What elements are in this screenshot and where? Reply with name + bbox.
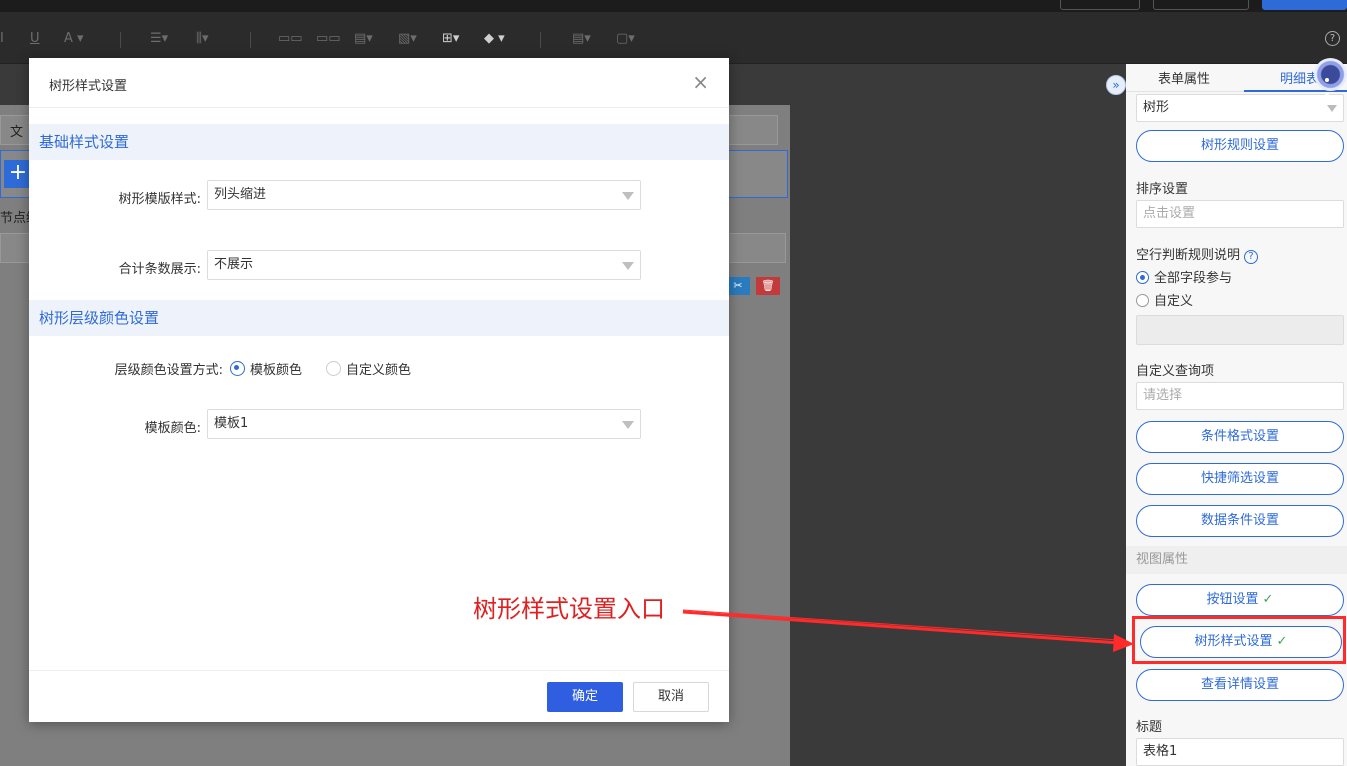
tab-form-properties[interactable]: 表单属性	[1158, 68, 1210, 87]
top-button-2[interactable]	[1153, 0, 1249, 10]
split-cells-icon[interactable]: ▭▭	[316, 32, 341, 46]
align-vertical-icon[interactable]: ⫼▾	[196, 32, 209, 46]
radio-unchecked-icon	[326, 361, 341, 376]
quick-filter-button[interactable]: 快捷筛选设置	[1136, 463, 1344, 495]
chevron-down-icon	[622, 421, 634, 429]
radio-checked-icon	[1136, 271, 1149, 284]
title-label: 标题	[1136, 720, 1163, 735]
bg-file-tab: 文	[10, 125, 24, 140]
radio-template-color[interactable]: 模板颜色	[230, 359, 302, 378]
radio-checked-icon	[230, 361, 245, 376]
chevron-down-icon	[622, 262, 634, 270]
align-left-icon[interactable]: ☰▾	[150, 32, 168, 46]
radio-custom-color-label: 自定义颜色	[346, 363, 412, 378]
total-count-value: 不展示	[214, 257, 254, 272]
template-color-label: 模板颜色:	[144, 421, 201, 436]
template-style-value: 列头缩进	[214, 187, 267, 202]
font-color-icon[interactable]: A ▾	[64, 32, 84, 46]
radio-unchecked-icon	[1136, 294, 1149, 307]
title-input[interactable]: 表格1	[1136, 738, 1344, 766]
confirm-button[interactable]: 确定	[547, 682, 623, 712]
radio-all-fields-label: 全部字段参与	[1154, 271, 1233, 286]
annotation-text: 树形样式设置入口	[473, 595, 665, 623]
toolbar-divider	[540, 32, 541, 48]
italic-icon[interactable]: I	[0, 32, 4, 46]
empty-row-label: 空行判断规则说明?	[1136, 244, 1259, 264]
collapse-panel-icon[interactable]: »	[1106, 75, 1126, 95]
border-icon[interactable]: ▤▾	[354, 32, 373, 46]
help-circle-icon[interactable]: ?	[1244, 250, 1259, 264]
underline-icon[interactable]: U	[30, 32, 40, 46]
button-setting-label: 按钮设置	[1206, 592, 1259, 607]
column-icon[interactable]: ▢▾	[616, 32, 635, 46]
radio-custom[interactable]: 自定义	[1136, 290, 1193, 309]
tree-rule-button[interactable]: 树形规则设置	[1136, 130, 1344, 162]
button-setting-button[interactable]: 按钮设置 ✓	[1136, 584, 1344, 616]
help-icon[interactable]: ?	[1325, 31, 1340, 46]
fill-color-icon[interactable]: ◆ ▾	[484, 32, 505, 46]
dialog-footer-divider	[29, 670, 729, 671]
border-style-icon[interactable]: ▧▾	[398, 32, 417, 46]
radio-custom-color[interactable]: 自定义颜色	[326, 359, 411, 378]
chevron-down-icon	[622, 192, 634, 200]
top-primary-button[interactable]	[1262, 0, 1347, 10]
close-icon[interactable]: ×	[692, 72, 709, 92]
sort-label: 排序设置	[1136, 182, 1189, 197]
top-app-bar	[0, 0, 1347, 12]
view-properties-section: 视图属性	[1126, 546, 1347, 574]
top-button-1[interactable]	[1060, 0, 1140, 10]
chevron-down-icon	[1327, 105, 1337, 112]
detail-view-setting-button[interactable]: 查看详情设置	[1136, 669, 1344, 701]
annotation-highlight-box	[1132, 616, 1346, 664]
scissors-icon: ✂	[726, 277, 750, 295]
grid-icon[interactable]: ⊞▾	[442, 32, 459, 46]
custom-query-label: 自定义查询项	[1136, 364, 1215, 379]
toolbar-divider	[250, 32, 251, 48]
dialog-title: 树形样式设置	[49, 79, 128, 94]
trash-icon: 🗑	[756, 277, 780, 295]
dialog-header-divider	[29, 107, 729, 108]
row-icon[interactable]: ▤▾	[572, 32, 591, 46]
total-count-label: 合计条数展示:	[118, 262, 201, 277]
cancel-button[interactable]: 取消	[633, 682, 709, 712]
add-icon: +	[4, 160, 32, 188]
toolbar-divider	[120, 32, 121, 48]
tree-type-value: 树形	[1143, 100, 1170, 115]
template-style-label: 树形模版样式:	[118, 192, 201, 207]
condition-format-button[interactable]: 条件格式设置	[1136, 421, 1344, 453]
total-count-select[interactable]: 不展示	[207, 250, 641, 280]
merge-cells-icon[interactable]: ▭▭	[278, 32, 303, 46]
check-icon: ✓	[1262, 592, 1274, 607]
format-toolbar: I U A ▾ ☰▾ ⫼▾ ▭▭ ▭▭ ▤▾ ▧▾ ⊞▾ ◆ ▾ ▤▾ ▢▾ ?	[0, 12, 1347, 64]
template-style-select[interactable]: 列头缩进	[207, 180, 641, 210]
custom-query-select[interactable]: 请选择	[1136, 382, 1344, 410]
template-color-select[interactable]: 模板1	[207, 409, 641, 439]
template-color-value: 模板1	[214, 416, 249, 431]
radio-template-color-label: 模板颜色	[250, 363, 303, 378]
basic-style-section: 基础样式设置	[29, 124, 729, 160]
sort-input[interactable]: 点击设置	[1136, 200, 1344, 228]
level-color-section: 树形层级颜色设置	[29, 300, 729, 336]
custom-empty-row-input[interactable]	[1136, 315, 1344, 345]
data-condition-button[interactable]: 数据条件设置	[1136, 505, 1344, 537]
tree-type-select[interactable]: 树形	[1136, 94, 1344, 122]
radio-custom-label: 自定义	[1154, 294, 1194, 309]
color-mode-label: 层级颜色设置方式:	[114, 363, 223, 378]
radio-all-fields[interactable]: 全部字段参与	[1136, 267, 1232, 286]
empty-row-label-text: 空行判断规则说明	[1136, 248, 1241, 263]
assistant-robot-icon[interactable]	[1314, 58, 1347, 97]
tab-detail-table[interactable]: 明细表	[1280, 68, 1319, 87]
